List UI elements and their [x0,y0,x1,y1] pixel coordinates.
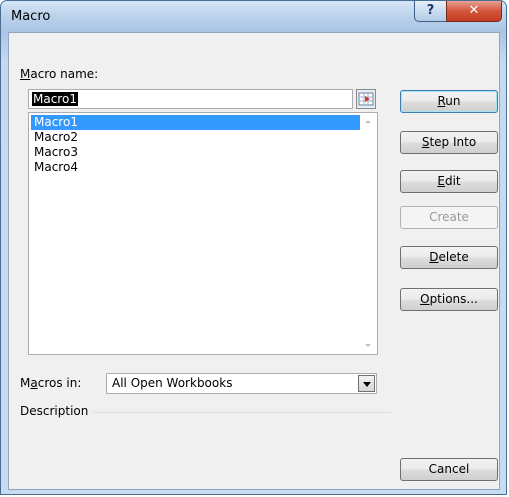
list-scrollbar[interactable] [360,113,377,354]
triangle-down-icon [363,382,371,387]
scroll-up-icon[interactable] [365,120,371,123]
title-bar[interactable]: Macro ? ✕ [1,1,506,33]
collapse-dialog-button[interactable] [356,89,376,109]
macro-list-item[interactable]: Macro2 [31,130,360,145]
macro-list[interactable]: Macro1 Macro2 Macro3 Macro4 [28,112,378,355]
macro-list-item[interactable]: Macro4 [31,160,360,175]
macro-name-label: Macro name: [20,67,99,81]
macro-list-item[interactable]: Macro1 [31,115,360,130]
dialog-body: Macro name: Macro1 Macro1 Macro2 Macro3 … [8,32,500,490]
run-button[interactable]: Run [400,90,498,113]
help-button[interactable]: ? [414,1,447,22]
step-into-button[interactable]: Step Into [400,131,498,154]
range-select-icon [358,92,374,106]
macro-dialog: Macro ? ✕ Macro name: Macro1 Macro1 Macr… [0,0,507,495]
dropdown-button[interactable] [358,375,375,392]
create-button: Create [400,206,498,229]
cancel-button[interactable]: Cancel [400,458,498,481]
delete-button[interactable]: Delete [400,246,498,269]
macros-in-dropdown[interactable]: All Open Workbooks [106,373,377,394]
description-label: Description [20,404,89,418]
macro-list-item[interactable]: Macro3 [31,145,360,160]
macro-name-input[interactable]: Macro1 [28,89,353,109]
options-button[interactable]: Options... [400,288,498,311]
window-title: Macro [11,9,51,24]
help-icon: ? [426,3,435,18]
close-icon: ✕ [468,3,480,18]
edit-button[interactable]: Edit [400,170,498,193]
description-divider [93,412,391,413]
macros-in-value: All Open Workbooks [112,376,233,390]
macros-in-label: Macros in: [20,376,82,390]
scroll-down-icon[interactable] [365,344,371,347]
close-button[interactable]: ✕ [446,1,502,22]
macro-name-value: Macro1 [32,92,78,106]
